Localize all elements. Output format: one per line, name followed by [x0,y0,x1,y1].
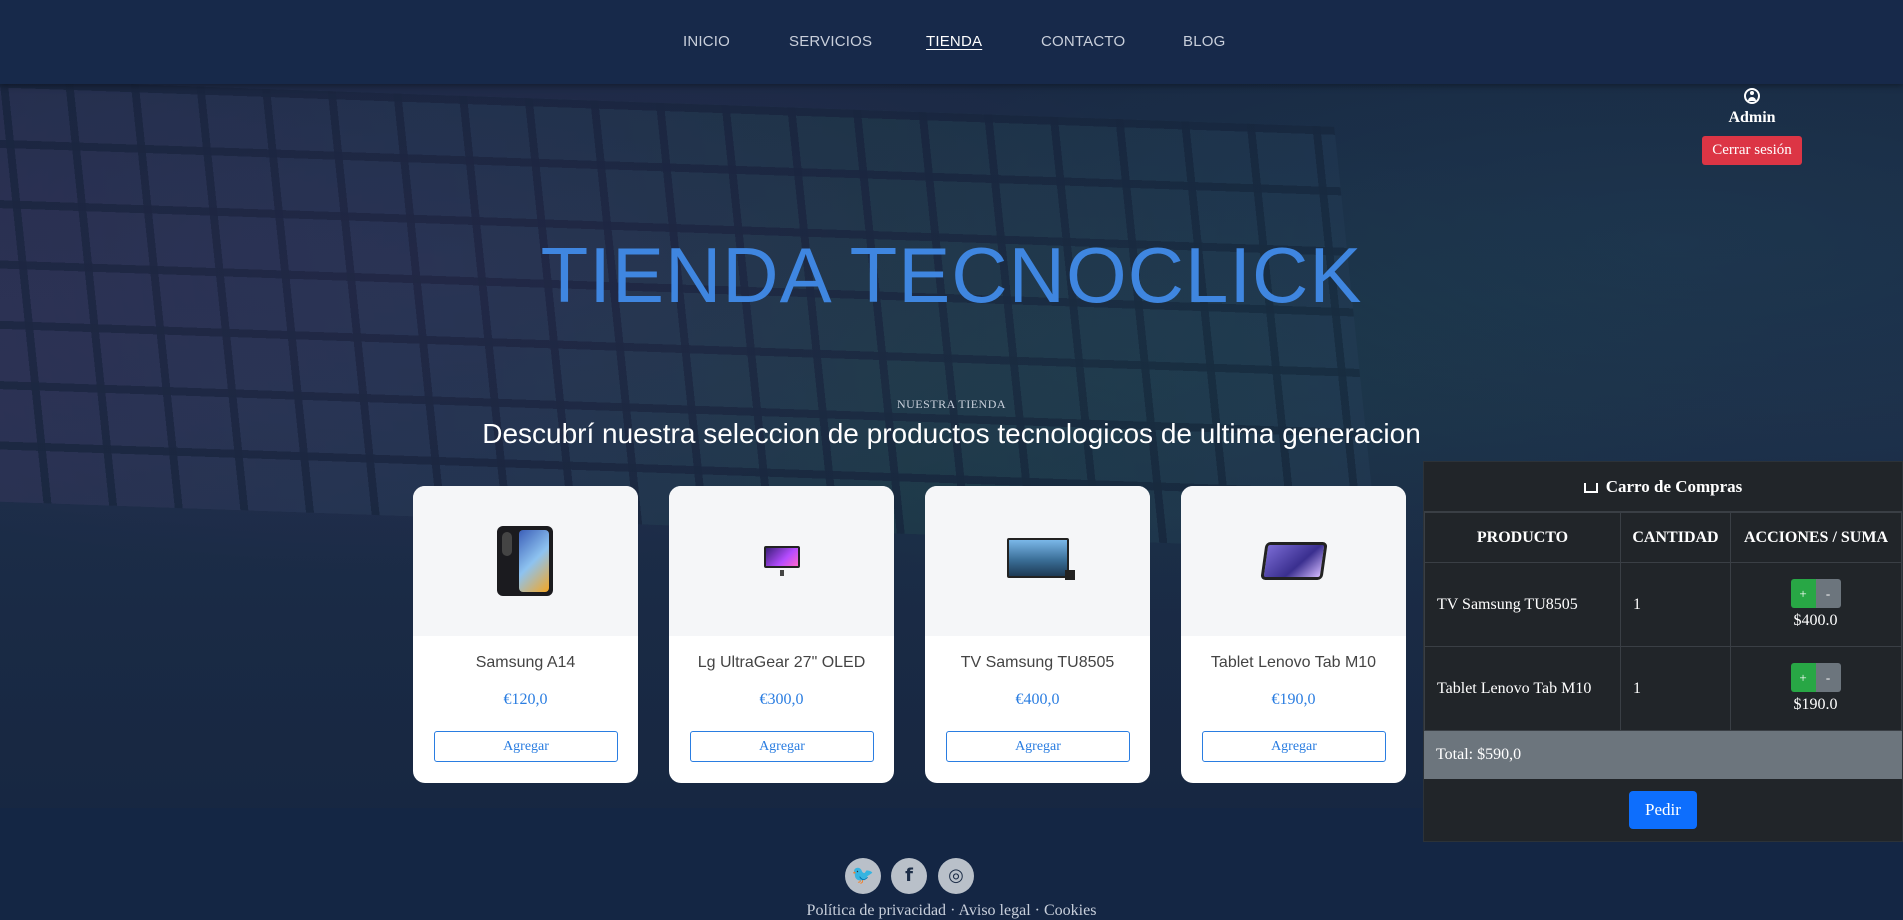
add-to-cart-button[interactable]: Agregar [1202,731,1386,762]
nav-blog[interactable]: BLOG [1183,33,1225,50]
add-to-cart-button[interactable]: Agregar [690,731,874,762]
legal-link[interactable]: Aviso legal [959,902,1031,919]
order-button[interactable]: Pedir [1629,791,1697,829]
header-product: PRODUCTO [1424,512,1621,563]
twitter-icon[interactable]: 🐦 [845,858,881,894]
product-name: Samsung A14 [475,654,576,671]
increase-button[interactable]: + [1790,663,1816,692]
cart-qty: 1 [1620,646,1731,731]
product-price: €120,0 [503,691,548,708]
add-to-cart-button[interactable]: Agregar [434,731,618,762]
row-sum: $190.0 [1793,696,1838,713]
nav-contacto[interactable]: CONTACTO [1041,33,1125,50]
header-qty: CANTIDAD [1620,512,1731,563]
nav-tienda[interactable]: TIENDA [926,33,982,50]
section-eyebrow: NUESTRA TIENDA [896,397,1007,411]
footer-links: Política de privacidad · Aviso legal · C… [806,902,1097,919]
cart-product: TV Samsung TU8505 [1424,562,1621,647]
nav-servicios[interactable]: SERVICIOS [789,33,872,50]
table-row: TV Samsung TU8505 1 + - $400.0 [1424,562,1902,647]
top-nav: INICIO SERVICIOS TIENDA CONTACTO BLOG [0,0,1903,84]
privacy-link[interactable]: Política de privacidad [807,902,947,919]
nav-inicio[interactable]: INICIO [683,33,730,50]
admin-name: Admin [1728,109,1776,126]
product-card: Tablet Lenovo Tab M10 €190,0 Agregar [1181,486,1406,783]
tv-icon [1007,538,1075,580]
product-card: TV Samsung TU8505 €400,0 Agregar [925,486,1150,783]
user-panel: Admin Cerrar sesión [1680,88,1824,165]
facebook-icon[interactable]: f [891,858,927,894]
cart-title: Carro de Compras [1424,462,1902,512]
product-price: €300,0 [759,691,804,708]
add-to-cart-button[interactable]: Agregar [946,731,1130,762]
logout-button[interactable]: Cerrar sesión [1702,136,1802,165]
decrease-button[interactable]: - [1815,579,1841,608]
cart-qty: 1 [1620,562,1731,647]
monitor-icon [764,546,800,576]
header-actions: ACCIONES / SUMA [1730,512,1902,563]
tablet-icon [1260,542,1328,580]
page-title: TIENDA TECNOCLICK [540,231,1363,319]
user-icon [1744,88,1760,104]
product-price: €190,0 [1271,691,1316,708]
cart-table: PRODUCTO CANTIDAD ACCIONES / SUMA TV Sam… [1424,512,1902,731]
shopping-cart: Carro de Compras PRODUCTO CANTIDAD ACCIO… [1423,461,1903,842]
cart-product: Tablet Lenovo Tab M10 [1424,646,1621,731]
phone-icon [497,526,553,596]
cart-total: Total: $590,0 [1424,731,1902,779]
product-card: Samsung A14 €120,0 Agregar [413,486,638,783]
instagram-icon[interactable]: ◎ [938,858,974,894]
section-subtitle: Descubrí nuestra seleccion de productos … [482,418,1421,449]
increase-button[interactable]: + [1790,579,1816,608]
product-price: €400,0 [1015,691,1060,708]
table-row: Tablet Lenovo Tab M10 1 + - $190.0 [1424,646,1902,731]
product-name: TV Samsung TU8505 [960,654,1115,671]
product-name: Lg UltraGear 27" OLED [697,654,866,671]
product-card: Lg UltraGear 27" OLED €300,0 Agregar [669,486,894,783]
cart-icon [1583,483,1598,493]
product-name: Tablet Lenovo Tab M10 [1210,654,1377,671]
cookies-link[interactable]: Cookies [1044,902,1096,919]
decrease-button[interactable]: - [1815,663,1841,692]
row-sum: $400.0 [1793,612,1838,629]
